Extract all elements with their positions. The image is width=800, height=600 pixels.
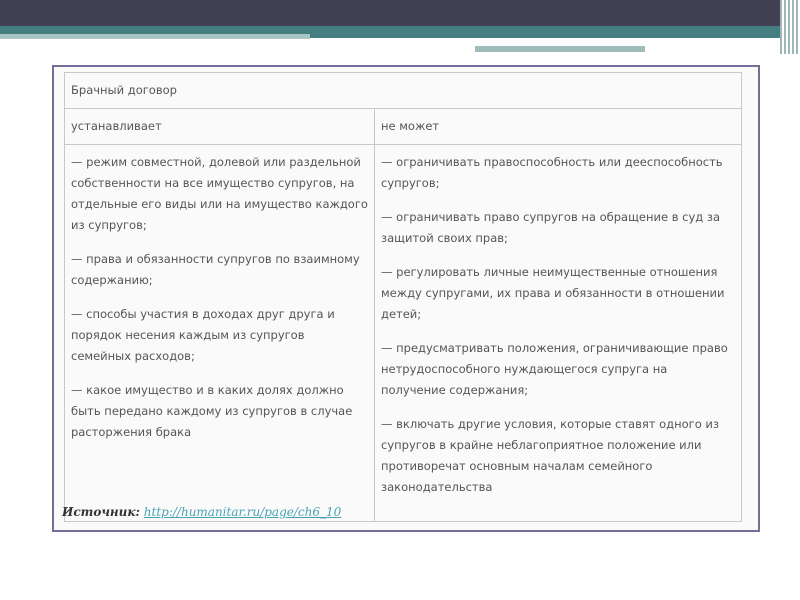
slide-header-bar — [0, 0, 800, 26]
source-caption: Источник: http://humanitar.ru/page/ch6_1… — [62, 505, 341, 519]
col2-cell: — ограничивать правоспособность или деес… — [374, 144, 742, 522]
table-title: Брачный договор — [64, 72, 742, 109]
source-label: Источник: — [62, 505, 140, 519]
decor-stripes — [780, 0, 800, 54]
list-item: — включать другие условия, которые ставя… — [381, 417, 719, 494]
list-item: — какое имущество и в каких долях должно… — [71, 383, 353, 439]
list-item: — ограничивать правоспособность или деес… — [381, 155, 723, 190]
marriage-contract-table: Брачный договор устанавливает не может —… — [64, 72, 742, 522]
decor-line — [475, 46, 645, 52]
col-header-establishes: устанавливает — [64, 108, 375, 145]
col1-cell: — режим совместной, долевой или раздельн… — [64, 144, 375, 522]
decor-line — [0, 34, 310, 39]
list-item: — предусматривать положения, ограничиваю… — [381, 341, 728, 397]
source-link[interactable]: http://humanitar.ru/page/ch6_10 — [144, 505, 341, 519]
list-item: — ограничивать право супругов на обращен… — [381, 210, 721, 245]
decor-line — [475, 40, 740, 43]
list-item: — способы участия в доходах друг друга и… — [71, 307, 335, 363]
list-item: — регулировать личные неимущественные от… — [381, 265, 725, 321]
list-item: — права и обязанности супругов по взаимн… — [71, 252, 360, 287]
col-header-cannot: не может — [374, 108, 742, 145]
list-item: — режим совместной, долевой или раздельн… — [71, 155, 368, 232]
